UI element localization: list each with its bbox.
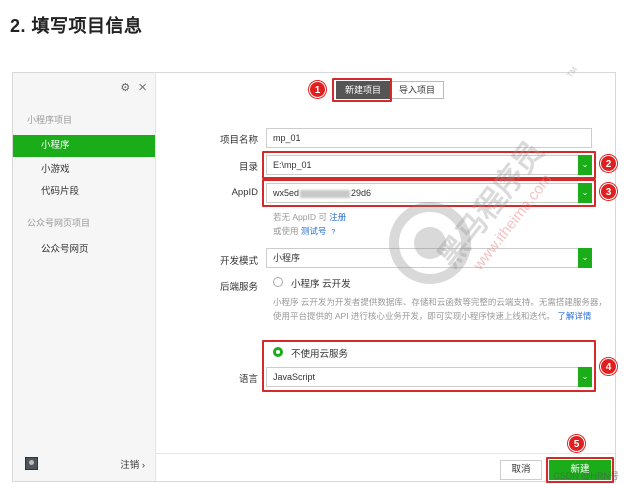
highlight-box-tab xyxy=(332,78,392,102)
page-heading: 2. 填写项目信息 xyxy=(10,16,143,36)
dev-mode-value: 小程序 xyxy=(273,253,301,263)
window-controls: ⚙ × xyxy=(120,80,147,95)
learn-more-link[interactable]: 了解详情 xyxy=(557,311,591,321)
highlight-box-language xyxy=(262,340,596,392)
footer-divider xyxy=(156,453,615,454)
cloud-dev-description: 小程序 云开发为开发者提供数据库、存储和云函数等完整的云端支持。无需搭建服务器，… xyxy=(273,295,613,323)
main-panel: 1 新建项目 导入项目 项目名称 mp_01 目录 E:\mp_01 ⌄ 2 A… xyxy=(156,73,617,483)
close-icon[interactable]: × xyxy=(138,80,147,95)
step-badge-5: 5 xyxy=(568,435,585,452)
sidebar-footer: 注销 › xyxy=(25,457,145,473)
tab-import-project[interactable]: 导入项目 xyxy=(390,81,445,99)
directory-label: 目录 xyxy=(238,162,258,173)
help-icon[interactable]: ? xyxy=(329,228,338,237)
sidebar-group-miniprogram: 小程序项目 xyxy=(27,115,73,125)
project-name-input[interactable]: mp_01 xyxy=(266,128,592,148)
cloud-dev-option-label[interactable]: 小程序 云开发 xyxy=(291,276,351,290)
cancel-button[interactable]: 取消 xyxy=(500,460,542,480)
appid-label: AppID xyxy=(231,187,258,198)
test-account-link[interactable]: 测试号 xyxy=(301,226,327,236)
sidebar-item-webpage[interactable]: 公众号网页 xyxy=(13,239,155,261)
new-project-window: ⚙ × 小程序项目 小程序 小游戏 代码片段 公众号网页项目 公众号网页 注销 … xyxy=(12,72,617,483)
appid-hint-register: 若无 AppID 可 注册 xyxy=(273,211,346,223)
highlight-box-directory xyxy=(262,151,596,179)
sidebar-item-code-snippet[interactable]: 代码片段 xyxy=(13,181,155,203)
logout-link[interactable]: 注销 › xyxy=(120,457,145,471)
sidebar-group-webpage: 公众号网页项目 xyxy=(27,218,91,228)
sidebar-item-miniprogram[interactable]: 小程序 xyxy=(13,135,155,157)
highlight-box-appid xyxy=(262,179,596,207)
appid-hint-text-2: 或使用 xyxy=(273,226,299,236)
backend-label: 后端服务 xyxy=(219,282,258,293)
chevron-down-icon[interactable]: ⌄ xyxy=(578,248,592,268)
gear-icon[interactable]: ⚙ xyxy=(120,81,130,94)
step-badge-2: 2 xyxy=(600,155,617,172)
appid-hint-text: 若无 AppID 可 xyxy=(273,212,327,222)
step-badge-1: 1 xyxy=(309,81,326,98)
dev-mode-select[interactable]: 小程序 ⌄ xyxy=(266,248,592,268)
step-badge-4: 4 xyxy=(600,358,617,375)
register-link[interactable]: 注册 xyxy=(329,212,346,222)
step-badge-3: 3 xyxy=(600,183,617,200)
cloud-dev-radio[interactable] xyxy=(273,277,283,287)
dev-mode-label: 开发模式 xyxy=(219,256,258,267)
sidebar-item-minigame[interactable]: 小游戏 xyxy=(13,159,155,181)
appid-hint-test: 或使用 测试号 ? xyxy=(273,225,338,237)
project-name-label: 项目名称 xyxy=(219,135,258,146)
avatar[interactable] xyxy=(25,457,38,470)
language-label: 语言 xyxy=(238,374,258,385)
csdn-tag: CSDN @HRN号 xyxy=(553,471,619,481)
sidebar: ⚙ × 小程序项目 小程序 小游戏 代码片段 公众号网页项目 公众号网页 注销 … xyxy=(13,73,156,481)
